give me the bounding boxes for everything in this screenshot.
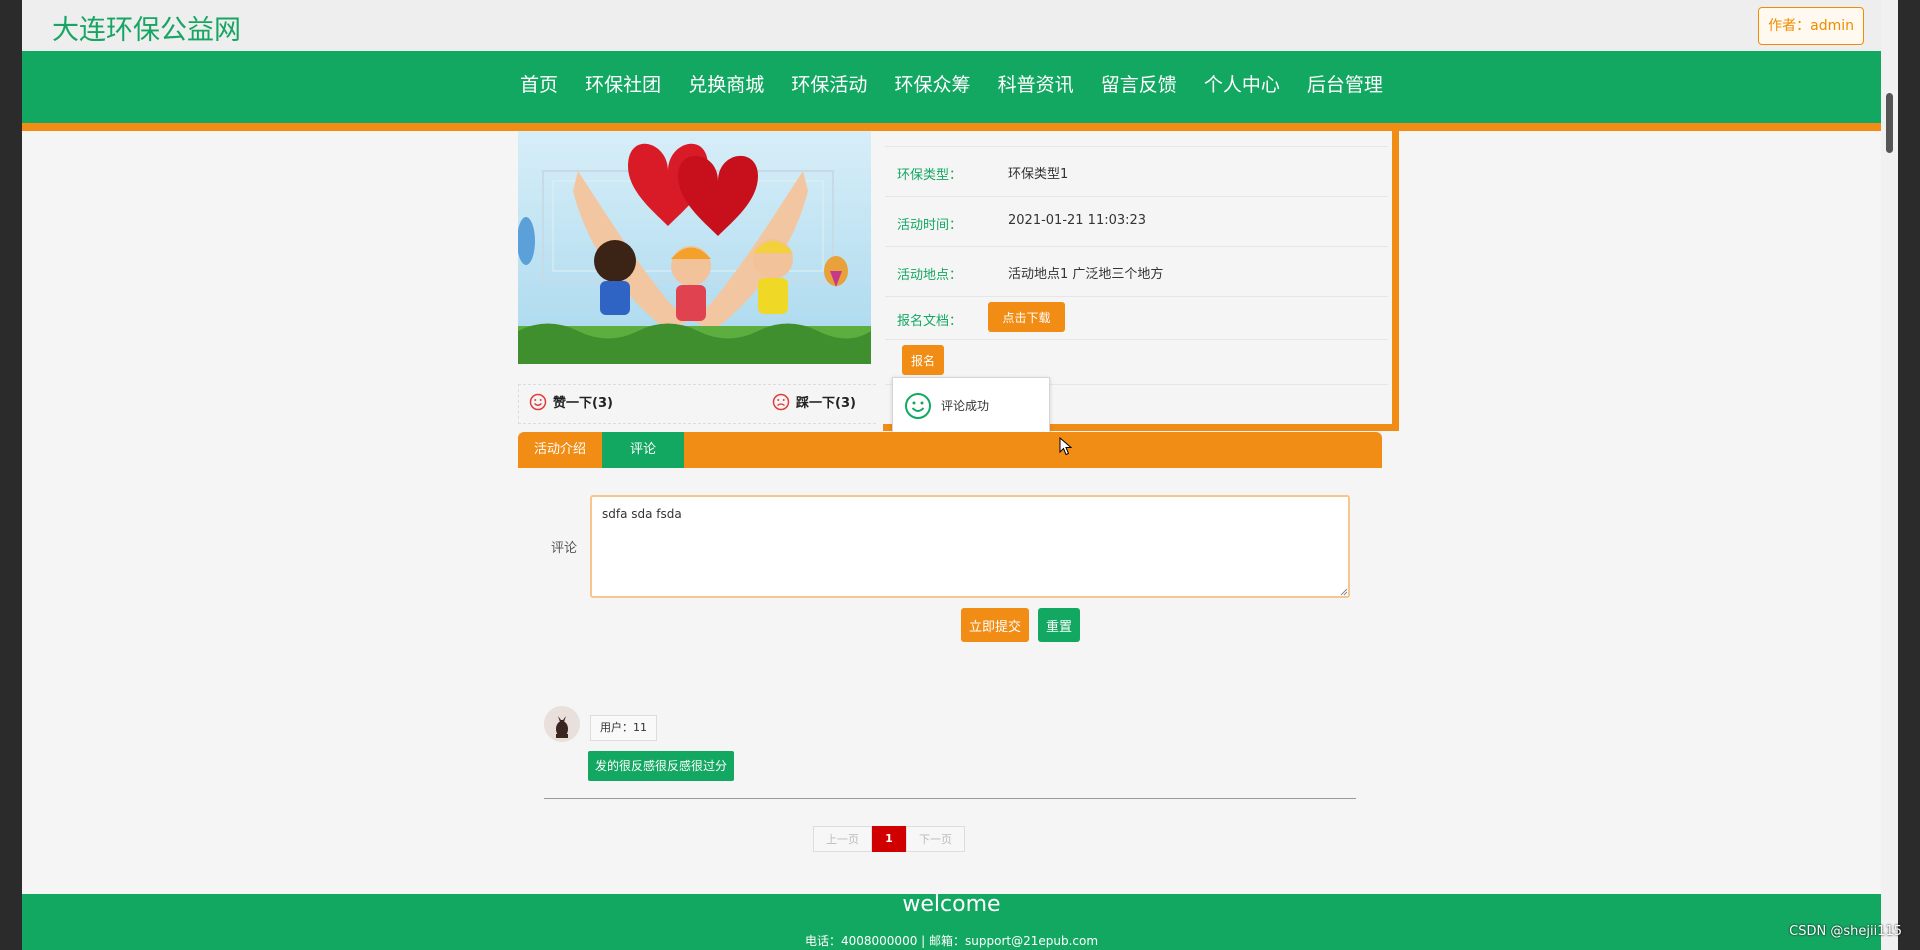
doc-label: 报名文档： <box>897 314 963 329</box>
main-nav: 首页 环保社团 兑换商城 环保活动 环保众筹 科普资讯 留言反馈 个人中心 后台… <box>22 51 1881 131</box>
footer-contact: 电话：4008000000 | 邮箱：support@21epub.com <box>804 934 1099 948</box>
footer-title: welcome <box>902 892 1001 917</box>
next-page-button[interactable]: 下一页 <box>906 826 965 852</box>
activity-image <box>518 131 871 364</box>
dislike-count: 踩一下(3) <box>796 396 856 411</box>
time-label: 活动时间： <box>897 218 963 233</box>
author-badge[interactable]: 作者：admin <box>1758 7 1864 45</box>
page: 大连环保公益网 作者：admin 首页 环保社团 兑换商城 环保活动 环保众筹 … <box>22 0 1881 950</box>
frown-icon <box>772 393 790 411</box>
reset-button[interactable]: 重置 <box>1038 608 1080 642</box>
comment-label: 评论 <box>551 541 578 556</box>
success-toast: 评论成功 <box>892 377 1050 435</box>
nav-item-profile[interactable]: 个人中心 <box>1204 51 1280 119</box>
time-value: 2021-01-21 11:03:23 <box>1008 213 1147 228</box>
nav-item-admin[interactable]: 后台管理 <box>1307 51 1383 119</box>
vote-bar: 赞一下(3) 踩一下(3) <box>518 384 876 424</box>
prev-page-button[interactable]: 上一页 <box>813 826 872 852</box>
comment-content: 发的很反感很反感很过分 <box>588 751 735 781</box>
scrollbar-thumb[interactable] <box>1886 93 1893 153</box>
info-row-doc: 报名文档： 点击下载 <box>885 296 1388 339</box>
current-page[interactable]: 1 <box>872 826 906 852</box>
info-row-time: 活动时间： 2021-01-21 11:03:23 <box>885 196 1388 247</box>
place-label: 活动地点： <box>897 268 963 283</box>
submit-button[interactable]: 立即提交 <box>961 608 1029 642</box>
tab-comments[interactable]: 评论 <box>602 432 684 468</box>
type-value: 环保类型1 <box>1008 167 1069 182</box>
nav-item-shop[interactable]: 兑换商城 <box>688 51 764 119</box>
divider <box>544 798 1356 799</box>
mouse-cursor-icon <box>1059 437 1073 456</box>
nav-item-activities[interactable]: 环保活动 <box>791 51 867 119</box>
nav-item-crowdfunding[interactable]: 环保众筹 <box>894 51 970 119</box>
signup-button[interactable]: 报名 <box>902 345 944 375</box>
place-value: 活动地点1 广泛地三个地方 <box>1008 267 1164 282</box>
site-title[interactable]: 大连环保公益网 <box>52 8 241 47</box>
smile-icon <box>529 393 547 411</box>
watermark: CSDN @shejii115 <box>1789 924 1902 939</box>
nav-item-feedback[interactable]: 留言反馈 <box>1101 51 1177 119</box>
page-scrollbar[interactable] <box>1881 0 1898 950</box>
avatar <box>544 706 580 742</box>
dislike-button[interactable]: 踩一下(3) <box>772 385 856 423</box>
like-button[interactable]: 赞一下(3) <box>529 385 613 423</box>
activity-detail: 环保类型： 环保类型1 活动时间： 2021-01-21 11:03:23 活动… <box>518 131 1406 891</box>
info-row-type: 环保类型： 环保类型1 <box>885 146 1388 197</box>
nav-item-home[interactable]: 首页 <box>520 51 558 119</box>
top-bar: 大连环保公益网 作者：admin <box>22 0 1881 51</box>
content-tabs: 活动介绍 评论 <box>518 432 1382 468</box>
nav-item-clubs[interactable]: 环保社团 <box>585 51 661 119</box>
footer: welcome 电话：4008000000 | 邮箱：support@21epu… <box>22 892 1881 950</box>
info-row-place: 活动地点： 活动地点1 广泛地三个地方 <box>885 246 1388 297</box>
comment-user: 用户：11 <box>590 715 657 741</box>
download-button[interactable]: 点击下载 <box>988 302 1065 332</box>
toast-text: 评论成功 <box>941 399 990 413</box>
tab-activity-intro[interactable]: 活动介绍 <box>518 432 602 468</box>
resize-grip-icon[interactable] <box>1340 588 1348 596</box>
comment-input[interactable]: sdfa sda fsda <box>590 495 1350 598</box>
success-smile-icon <box>905 393 931 419</box>
like-count: 赞一下(3) <box>553 396 613 411</box>
type-label: 环保类型： <box>897 168 963 183</box>
nav-item-news[interactable]: 科普资讯 <box>998 51 1074 119</box>
